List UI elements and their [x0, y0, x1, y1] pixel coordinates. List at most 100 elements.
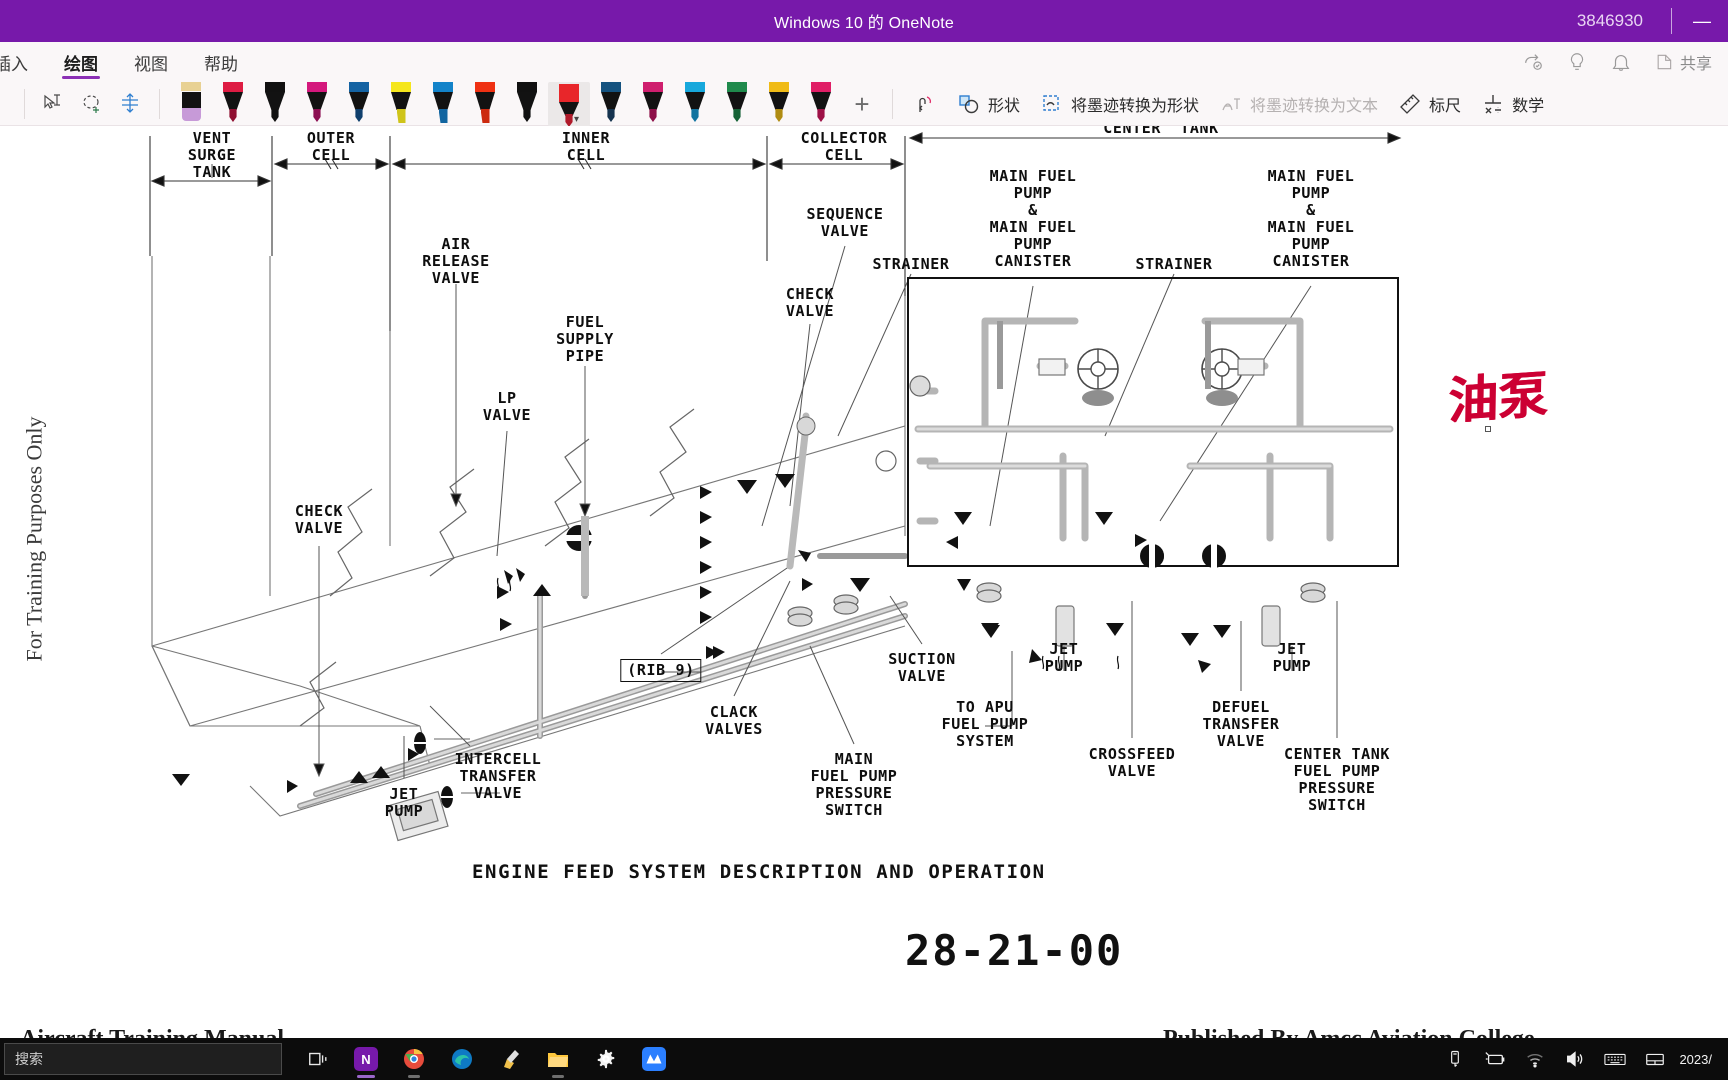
ruler-label: 标尺 [1429, 98, 1462, 115]
pen-magenta[interactable] [296, 82, 338, 126]
pen-navy[interactable] [590, 82, 632, 126]
label-outer-cell: OUTER CELL [306, 129, 356, 164]
label-clack-valves: CLACK VALVES [705, 703, 763, 738]
ink-thickness-icon[interactable] [111, 84, 149, 124]
tab-view[interactable]: 视图 [116, 42, 186, 82]
pen-crimson[interactable] [212, 82, 254, 126]
label-intercell-transfer-valve: INTERCELL TRANSFER VALVE [454, 750, 542, 802]
onenote-glyph: N [354, 1047, 378, 1071]
add-pen-button[interactable]: + [842, 84, 882, 124]
tab-draw-label: 绘图 [64, 54, 98, 74]
ata-number: 28-21-00 [905, 926, 1124, 975]
window-title-bar: Windows 10 的 OneNote 3846930 — [0, 0, 1728, 42]
ink-cursor-marker [1485, 426, 1491, 432]
taskbar-clock[interactable]: 2023/ [1675, 1052, 1722, 1067]
pen-black[interactable] [254, 82, 296, 126]
pen-red-selected[interactable]: ▾ [548, 82, 590, 127]
explorer-app-icon[interactable] [536, 1038, 580, 1080]
wps-glyph [642, 1047, 666, 1071]
toolbar-divider-3 [892, 89, 893, 119]
lasso-select-icon[interactable] [73, 84, 111, 124]
usb-icon[interactable] [1435, 1038, 1475, 1080]
tab-insert-label: 插入 [0, 54, 28, 74]
ink-to-shape-button[interactable]: 将墨迹转换为形状 [1030, 84, 1209, 124]
battery-icon[interactable] [1475, 1038, 1515, 1080]
ribbon: 插入 绘图 视图 帮助 共享 ▾ + 形状 将墨迹转换为形状 将墨迹转换为文本 … [0, 42, 1728, 127]
taskbar-search-placeholder: 搜索 [15, 1051, 43, 1067]
tab-help-label: 帮助 [204, 54, 238, 74]
highlighter-yellow[interactable] [380, 82, 422, 126]
lightbulb-icon[interactable] [1566, 51, 1588, 73]
label-main-fuel-pump-2: MAIN FUEL PUMP & MAIN FUEL PUMP CANISTER [1267, 167, 1355, 270]
bell-icon[interactable] [1610, 51, 1632, 73]
task-view-icon[interactable] [296, 1038, 340, 1080]
chrome-app-icon[interactable] [392, 1038, 436, 1080]
label-crossfeed-valve: CROSSFEED VALVE [1088, 745, 1176, 780]
notebook-page[interactable]: For Training Purposes Only VENT SURGE TA… [0, 126, 1728, 1080]
edge-app-icon[interactable] [440, 1038, 484, 1080]
tab-draw[interactable]: 绘图 [46, 42, 116, 82]
math-button[interactable]: 数学 [1471, 84, 1554, 124]
label-to-apu-fuel-pump-system: TO APU FUEL PUMP SYSTEM [941, 698, 1029, 750]
pen-cyan[interactable] [674, 82, 716, 126]
label-vent-surge-tank: VENT SURGE TANK [187, 129, 237, 181]
onenote-app-icon[interactable]: N [344, 1038, 388, 1080]
chevron-down-icon[interactable]: ▾ [574, 114, 579, 125]
label-rib-9: (RIB 9) [620, 659, 702, 682]
ink-replay-button[interactable] [903, 84, 947, 124]
pen-pencil-lavender[interactable] [170, 82, 212, 126]
ink-to-text-icon [1219, 92, 1243, 116]
window-title: Windows 10 的 OneNote [773, 15, 955, 32]
toolbar-divider-2 [159, 89, 160, 119]
sync-icon[interactable] [1522, 51, 1544, 73]
pen-rose[interactable] [800, 82, 842, 126]
label-collector-cell: COLLECTOR CELL [800, 129, 888, 164]
label-center-tank: CENTER TANK [1103, 126, 1219, 137]
settings-app-icon[interactable] [584, 1038, 628, 1080]
ink-replay-icon [913, 92, 937, 116]
label-main-fuel-pump-1: MAIN FUEL PUMP & MAIN FUEL PUMP CANISTER [989, 167, 1077, 270]
pen-green[interactable] [716, 82, 758, 126]
label-air-release-valve: AIR RELEASE VALVE [422, 235, 490, 287]
tab-insert[interactable]: 插入 [0, 42, 46, 82]
label-defuel-transfer-valve: DEFUEL TRANSFER VALVE [1202, 698, 1280, 750]
shapes-button[interactable]: 形状 [947, 84, 1030, 124]
shapes-label: 形状 [988, 98, 1021, 115]
label-check-valve-left: CHECK VALVE [294, 502, 344, 537]
fuel-system-diagram [149, 132, 1402, 842]
paint-app-icon[interactable] [488, 1038, 532, 1080]
share-button[interactable]: 共享 [1654, 50, 1712, 74]
pen-pink[interactable] [632, 82, 674, 126]
label-lp-valve: LP VALVE [482, 389, 532, 424]
label-jet-pump-right: JET PUMP [1272, 640, 1312, 675]
label-strainer-left: STRAINER [872, 255, 950, 273]
ruler-button[interactable]: 标尺 [1388, 84, 1471, 124]
label-suction-valve: SUCTION VALVE [888, 650, 956, 685]
wps-app-icon[interactable] [632, 1038, 676, 1080]
volume-icon[interactable] [1555, 1038, 1595, 1080]
wifi-icon[interactable] [1515, 1038, 1555, 1080]
figure-title: ENGINE FEED SYSTEM DESCRIPTION AND OPERA… [472, 861, 1046, 883]
label-fuel-supply-pipe: FUEL SUPPLY PIPE [556, 313, 614, 365]
highlighter-blue[interactable] [422, 82, 464, 126]
minimize-button[interactable]: — [1676, 0, 1728, 42]
tab-help[interactable]: 帮助 [186, 42, 256, 82]
taskbar-system-tray: 2023/ [1435, 1038, 1728, 1080]
share-label: 共享 [1679, 56, 1712, 73]
pen-blue[interactable] [338, 82, 380, 126]
pen-dark-black[interactable] [506, 82, 548, 126]
touchpad-icon[interactable] [1635, 1038, 1675, 1080]
ink-to-text-label: 将墨迹转换为文本 [1250, 98, 1379, 115]
label-main-fuel-pump-pressure-switch: MAIN FUEL PUMP PRESSURE SWITCH [810, 750, 898, 819]
highlighter-red[interactable] [464, 82, 506, 126]
toolbar-divider-1 [24, 89, 25, 119]
account-id[interactable]: 3846930 [1553, 11, 1667, 31]
math-icon [1481, 92, 1505, 116]
ink-annotation-oil-pump[interactable]: 油泵 [1447, 354, 1549, 433]
taskbar-search-box[interactable]: 搜索 [4, 1043, 282, 1075]
label-jet-pump-center: JET PUMP [1044, 640, 1084, 675]
keyboard-icon[interactable] [1595, 1038, 1635, 1080]
math-label: 数学 [1512, 98, 1545, 115]
pen-gold[interactable] [758, 82, 800, 126]
lasso-text-select-icon[interactable] [35, 84, 73, 124]
